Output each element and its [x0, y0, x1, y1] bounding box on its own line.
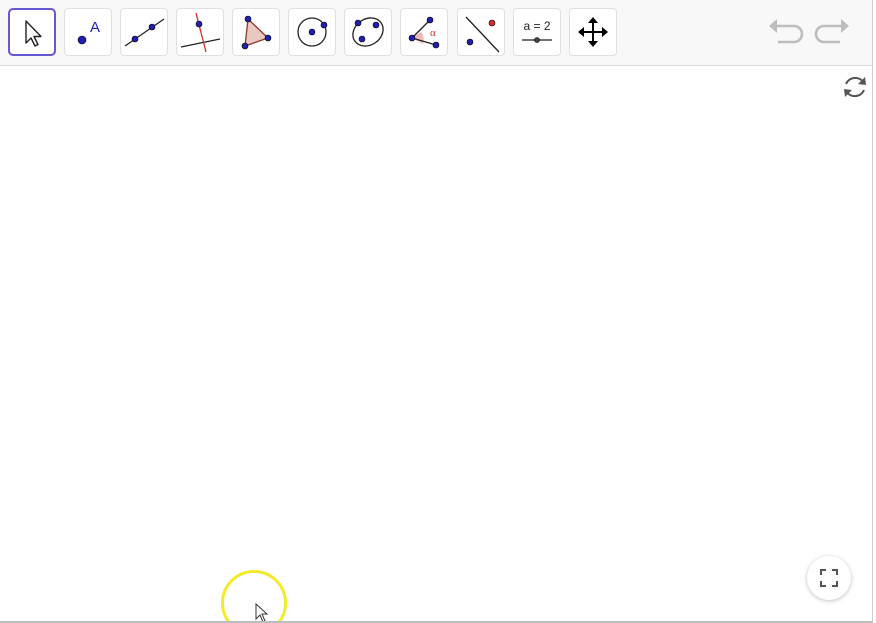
angle-icon: α — [408, 16, 440, 49]
fullscreen-icon — [820, 569, 838, 587]
geogebra-app: A α a = 2 — [0, 0, 876, 623]
circle-center-point-icon — [297, 17, 328, 47]
slider-label-text: a = 2 — [523, 19, 550, 33]
redo-icon — [814, 19, 849, 44]
perpendicular-line-icon — [180, 12, 221, 53]
conic-five-points-icon — [352, 17, 384, 47]
move-tool-button[interactable] — [8, 8, 56, 56]
graphics-view[interactable] — [0, 66, 872, 621]
undo-icon — [769, 19, 804, 44]
line-tool-button[interactable] — [120, 8, 168, 56]
perpendicular-line-tool-button[interactable] — [176, 8, 224, 56]
applet-right-border — [872, 0, 873, 623]
point-tool-button[interactable]: A — [64, 8, 112, 56]
angle-label-text: α — [430, 27, 436, 39]
slider-icon: a = 2 — [522, 19, 552, 43]
reflect-about-line-icon — [465, 16, 500, 53]
slider-tool-button[interactable]: a = 2 — [513, 8, 561, 56]
circle-center-point-tool-button[interactable] — [288, 8, 336, 56]
polygon-tool-button[interactable] — [232, 8, 280, 56]
point-label-text: A — [90, 19, 100, 36]
conic-five-points-tool-button[interactable] — [344, 8, 392, 56]
toolbar: A α a = 2 — [0, 0, 872, 66]
arrow-cursor-icon — [25, 20, 42, 47]
undo-button[interactable] — [766, 14, 806, 50]
polygon-icon — [241, 15, 272, 50]
reset-construction-icon — [844, 76, 866, 98]
fullscreen-button[interactable] — [807, 556, 851, 600]
line-through-two-points-icon — [124, 18, 165, 47]
reset-construction-button[interactable] — [840, 72, 870, 102]
reflect-about-line-tool-button[interactable] — [457, 8, 505, 56]
move-graphics-view-tool-button[interactable] — [569, 8, 617, 56]
move-graphics-view-icon — [578, 17, 608, 47]
redo-button[interactable] — [812, 14, 852, 50]
point-icon: A — [77, 19, 100, 45]
angle-tool-button[interactable]: α — [400, 8, 448, 56]
